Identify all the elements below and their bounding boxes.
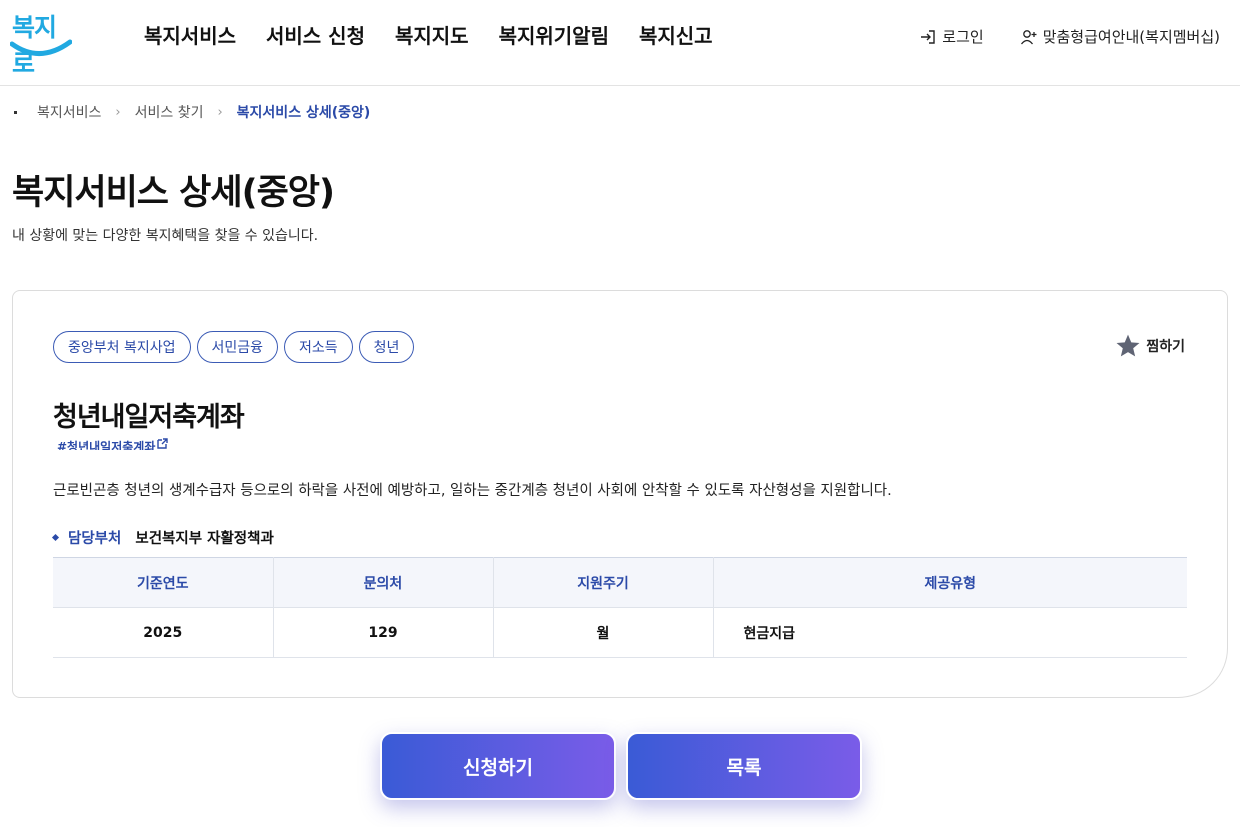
cell-support-cycle: 월 bbox=[493, 607, 714, 658]
tag-microfinance[interactable]: 서민금융 bbox=[196, 331, 279, 363]
login-label: 로그인 bbox=[942, 28, 984, 46]
header-support-cycle: 지원주기 bbox=[493, 557, 714, 608]
tag-youth[interactable]: 청년 bbox=[358, 331, 415, 363]
nav-welfare-crisis-alert[interactable]: 복지위기알림 bbox=[499, 20, 609, 49]
table-header-row: 기준연도 문의처 지원주기 제공유형 bbox=[53, 557, 1187, 608]
diamond-bullet-icon bbox=[51, 533, 60, 542]
page-title: 복지서비스 상세(중앙) bbox=[12, 173, 335, 213]
service-detail-card: 중앙부처 복지사업 서민금융 저소득 청년 찜하기 청년내일저축계좌 #청년내일… bbox=[12, 290, 1228, 698]
header-base-year: 기준연도 bbox=[53, 557, 274, 608]
header-provision-type: 제공유형 bbox=[713, 557, 1187, 608]
department-info: 담당부처 보건복지부 자활정책과 bbox=[51, 527, 274, 548]
service-title: 청년내일저축계좌 bbox=[53, 402, 245, 433]
favorite-button[interactable]: 찜하기 bbox=[1115, 333, 1185, 359]
service-info-table: 기준연도 문의처 지원주기 제공유형 2025 129 월 현금지급 bbox=[53, 557, 1187, 658]
chevron-right-icon: › bbox=[217, 104, 223, 120]
nav-welfare-map[interactable]: 복지지도 bbox=[395, 20, 469, 49]
chevron-right-icon: › bbox=[115, 104, 121, 120]
table-row: 2025 129 월 현금지급 bbox=[53, 607, 1187, 658]
user-add-icon bbox=[1020, 29, 1037, 44]
tag-central-ministry[interactable]: 중앙부처 복지사업 bbox=[53, 331, 191, 363]
favorite-label: 찜하기 bbox=[1146, 339, 1185, 355]
page-description: 내 상황에 맞는 다양한 복지혜택을 찾을 수 있습니다. bbox=[12, 228, 319, 244]
breadcrumb-item-welfare-services[interactable]: 복지서비스 bbox=[37, 102, 101, 122]
external-link-icon bbox=[157, 438, 169, 449]
department-value: 보건복지부 자활정책과 bbox=[135, 531, 274, 547]
cell-base-year: 2025 bbox=[53, 607, 274, 658]
breadcrumb-current: 복지서비스 상세(중앙) bbox=[236, 105, 371, 121]
site-logo[interactable]: 복지로 bbox=[10, 6, 74, 78]
department-label: 담당부처 bbox=[68, 531, 122, 547]
tag-list: 중앙부처 복지사업 서민금융 저소득 청년 bbox=[53, 331, 415, 363]
nav-welfare-services[interactable]: 복지서비스 bbox=[144, 20, 236, 49]
list-button[interactable]: 목록 bbox=[626, 732, 862, 800]
login-icon bbox=[921, 29, 935, 44]
site-header: 복지로 복지서비스 서비스 신청 복지지도 복지위기알림 복지신고 로그인 맞춤… bbox=[0, 0, 1240, 86]
apply-button[interactable]: 신청하기 bbox=[380, 732, 616, 800]
action-buttons: 신청하기 목록 bbox=[380, 732, 862, 800]
logo-smile-icon bbox=[10, 39, 72, 56]
nav-service-apply[interactable]: 서비스 신청 bbox=[266, 20, 365, 49]
tag-low-income[interactable]: 저소득 bbox=[284, 331, 353, 363]
breadcrumb-home-dot bbox=[14, 110, 17, 114]
membership-link[interactable]: 맞춤형급여안내(복지멤버십) bbox=[1020, 26, 1220, 47]
membership-label: 맞춤형급여안내(복지멤버십) bbox=[1042, 28, 1220, 46]
header-contact: 문의처 bbox=[273, 557, 494, 608]
breadcrumb-item-service-find[interactable]: 서비스 찾기 bbox=[135, 102, 204, 122]
service-hashtag-link[interactable]: #청년내일저축계좌 bbox=[57, 438, 169, 450]
cell-provision-type: 현금지급 bbox=[713, 607, 1187, 658]
star-icon bbox=[1116, 334, 1140, 357]
cell-contact: 129 bbox=[273, 607, 494, 658]
utility-menu: 로그인 맞춤형급여안내(복지멤버십) bbox=[919, 26, 1220, 47]
breadcrumb: 복지서비스 › 서비스 찾기 › 복지서비스 상세(중앙) bbox=[14, 102, 370, 122]
service-hashtag: #청년내일저축계좌 bbox=[57, 440, 156, 450]
main-navigation: 복지서비스 서비스 신청 복지지도 복지위기알림 복지신고 bbox=[144, 20, 713, 49]
service-description: 근로빈곤층 청년의 생계수급자 등으로의 하락을 사전에 예방하고, 일하는 중… bbox=[53, 483, 892, 499]
nav-welfare-report[interactable]: 복지신고 bbox=[639, 20, 713, 49]
login-link[interactable]: 로그인 bbox=[919, 26, 984, 47]
